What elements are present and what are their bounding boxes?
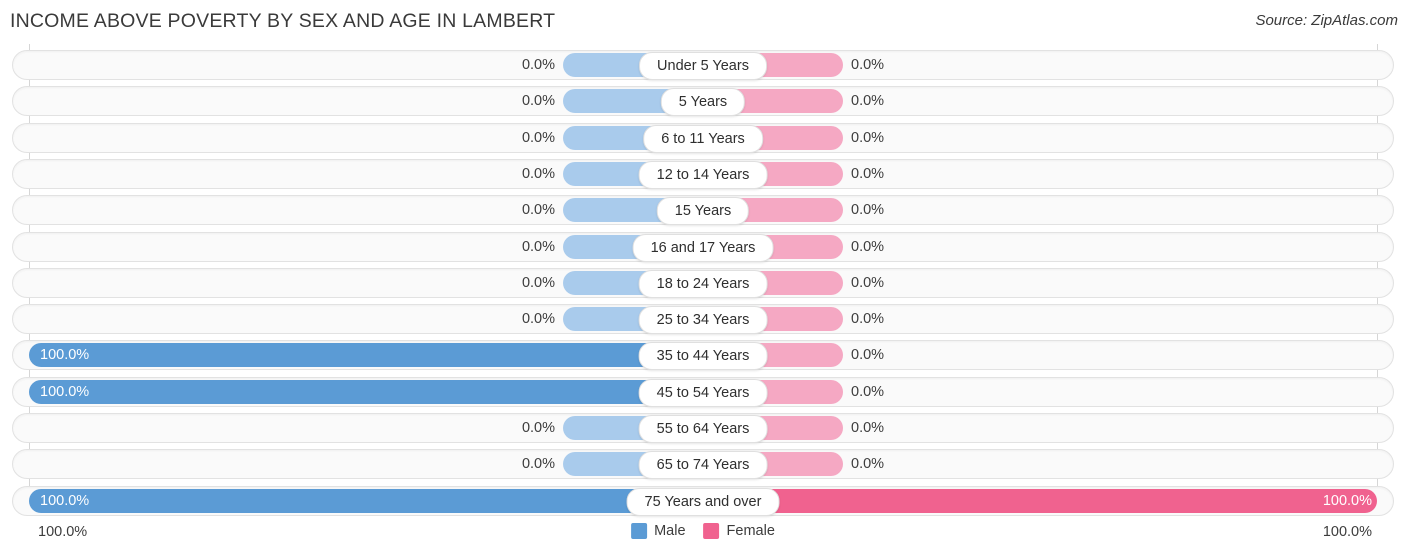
bar-value-male: 0.0% — [521, 456, 555, 473]
axis-end-label-left: 100.0% — [38, 524, 88, 540]
bar-value-female: 0.0% — [851, 347, 885, 364]
bar-value-female: 0.0% — [851, 311, 885, 328]
bar-male[interactable] — [29, 488, 703, 513]
bar-value-male: 0.0% — [521, 57, 555, 73]
bar-row[interactable]: 100.0% 100.0% 75 Years and over — [12, 485, 1394, 516]
chart-plot-area: 0.0% 0.0% Under 5 Years 0.0% 0.0% 5 Years 0.0%… — [0, 44, 1406, 519]
legend-swatch-male-icon — [631, 523, 648, 539]
category-label: 65 to 74 Years — [638, 451, 768, 480]
bar-row[interactable]: 0.0% 0.0% 25 to 34 Years — [12, 304, 1394, 335]
bar-row[interactable]: 0.0% 0.0% 65 to 74 Years — [12, 449, 1394, 480]
bar-value-male: 0.0% — [521, 202, 555, 219]
category-label: 12 to 14 Years — [638, 160, 768, 189]
category-label: Under 5 Years — [639, 52, 767, 80]
bar-value-male: 0.0% — [521, 311, 555, 328]
bar-value-male: 0.0% — [521, 165, 555, 182]
bar-row[interactable]: 0.0% 0.0% 6 to 11 Years — [12, 122, 1394, 153]
bar-value-female: 0.0% — [851, 93, 885, 110]
legend-item-female[interactable]: Female — [703, 523, 775, 539]
bar-row[interactable]: 0.0% 0.0% Under 5 Years — [12, 50, 1394, 80]
legend-label-male: Male — [654, 523, 686, 539]
bar-row[interactable]: 0.0% 0.0% 5 Years — [12, 86, 1394, 117]
category-label: 16 and 17 Years — [632, 233, 774, 262]
bar-value-male: 100.0% — [40, 383, 90, 400]
bar-row[interactable]: 0.0% 0.0% 55 to 64 Years — [12, 413, 1394, 443]
page-title: INCOME ABOVE POVERTY BY SEX AND AGE IN L… — [10, 10, 556, 32]
bar-value-female: 0.0% — [851, 274, 885, 291]
bar-value-male: 100.0% — [40, 492, 90, 509]
bar-value-male: 0.0% — [521, 420, 555, 436]
bar-value-female: 100.0% — [1322, 492, 1372, 509]
chart-header: INCOME ABOVE POVERTY BY SEX AND AGE IN L… — [0, 0, 1406, 44]
chart-footer: 100.0% 100.0% Male Female — [0, 519, 1406, 559]
bar-value-female: 0.0% — [851, 383, 885, 400]
bar-value-female: 0.0% — [851, 456, 885, 473]
bar-value-female: 0.0% — [851, 238, 885, 255]
category-label: 6 to 11 Years — [643, 124, 763, 153]
chart-legend: Male Female — [631, 523, 775, 539]
bar-male[interactable] — [29, 343, 703, 368]
bar-row[interactable]: 0.0% 0.0% 18 to 24 Years — [12, 267, 1394, 298]
bar-row[interactable]: 100.0% 0.0% 35 to 44 Years — [12, 340, 1394, 371]
bar-value-female: 0.0% — [851, 129, 885, 146]
bar-value-male: 0.0% — [521, 93, 555, 110]
axis-end-label-right: 100.0% — [1322, 524, 1372, 540]
source-attribution: Source: ZipAtlas.com — [1255, 12, 1398, 29]
category-label: 55 to 64 Years — [638, 415, 768, 443]
bar-value-male: 0.0% — [521, 129, 555, 146]
category-label: 35 to 44 Years — [638, 342, 768, 371]
category-label: 75 Years and over — [626, 487, 780, 516]
category-label: 45 to 54 Years — [638, 378, 768, 407]
bar-value-male: 100.0% — [40, 347, 90, 364]
bar-row[interactable]: 0.0% 0.0% 15 Years — [12, 195, 1394, 226]
bar-value-female: 0.0% — [851, 57, 885, 73]
bar-value-male: 0.0% — [521, 274, 555, 291]
bar-row[interactable]: 100.0% 0.0% 45 to 54 Years — [12, 376, 1394, 407]
category-label: 18 to 24 Years — [638, 269, 768, 298]
category-label: 5 Years — [660, 88, 746, 117]
bar-value-male: 0.0% — [521, 238, 555, 255]
bar-value-female: 0.0% — [851, 165, 885, 182]
category-label: 15 Years — [656, 197, 750, 226]
legend-swatch-female-icon — [703, 523, 720, 539]
bar-value-female: 0.0% — [851, 420, 885, 436]
bar-male[interactable] — [29, 379, 703, 404]
bar-row[interactable]: 0.0% 0.0% 12 to 14 Years — [12, 158, 1394, 189]
bar-female[interactable] — [703, 488, 1377, 513]
category-label: 25 to 34 Years — [638, 306, 768, 335]
bar-value-female: 0.0% — [851, 202, 885, 219]
bar-row[interactable]: 0.0% 0.0% 16 and 17 Years — [12, 231, 1394, 262]
legend-label-female: Female — [726, 523, 775, 539]
legend-item-male[interactable]: Male — [631, 523, 686, 539]
